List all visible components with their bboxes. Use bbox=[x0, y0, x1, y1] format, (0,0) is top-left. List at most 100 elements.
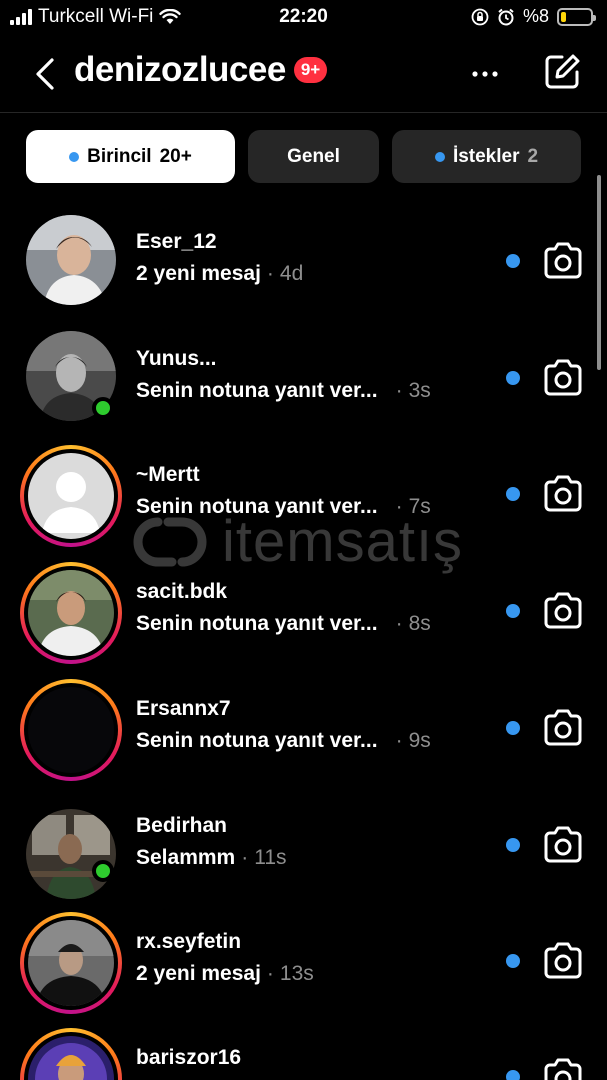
message-time: 3s bbox=[408, 379, 431, 402]
message-preview: 2 yeni mesaj bbox=[136, 962, 261, 985]
conversation-row[interactable]: Eser_12 2 yeni mesaj · 4d bbox=[0, 200, 607, 316]
avatar[interactable] bbox=[20, 679, 122, 781]
conversation-text: sacit.bdk Senin notuna yanıt ver... · 8s bbox=[136, 578, 496, 639]
unread-dot bbox=[506, 604, 520, 618]
separator: · bbox=[241, 846, 249, 869]
conversation-row[interactable]: sacit.bdk Senin notuna yanıt ver... · 8s bbox=[0, 550, 607, 666]
avatar[interactable] bbox=[20, 796, 122, 899]
preview-line: 2 yeni mesaj · 4d bbox=[136, 259, 496, 289]
online-status-dot bbox=[92, 397, 114, 419]
battery-icon bbox=[557, 7, 596, 26]
camera-icon[interactable] bbox=[542, 942, 584, 980]
conversation-name: sacit.bdk bbox=[136, 580, 228, 603]
avatar[interactable] bbox=[20, 212, 122, 314]
conversation-name: rx.seyfetin bbox=[136, 930, 242, 953]
page-title: denizozlucee bbox=[74, 50, 286, 89]
separator: · bbox=[395, 379, 403, 402]
preview-line: Senin notuna yanıt ver... · 7s bbox=[136, 492, 496, 522]
tab-unread-dot bbox=[69, 151, 80, 162]
conversation-text: bariszor16 bbox=[136, 1044, 496, 1072]
tab-general-label: Genel bbox=[287, 145, 340, 167]
avatar[interactable] bbox=[20, 912, 122, 1014]
preview-line: Senin notuna yanıt ver... · 3s bbox=[136, 376, 496, 406]
conversation-name: bariszor16 bbox=[136, 1046, 242, 1069]
orientation-lock-icon bbox=[471, 8, 489, 25]
tab-unread-dot bbox=[434, 151, 445, 162]
avatar[interactable] bbox=[20, 445, 122, 547]
tab-requests-count: 2 bbox=[527, 145, 539, 167]
message-preview: Senin notuna yanıt ver... bbox=[136, 729, 378, 752]
message-preview: Selammm bbox=[136, 846, 236, 869]
message-preview: 2 yeni mesaj bbox=[136, 262, 261, 285]
avatar[interactable] bbox=[20, 562, 122, 664]
avatar-photo bbox=[26, 215, 116, 305]
conversation-row[interactable]: Bedirhan Selammm · 11s bbox=[0, 784, 607, 900]
camera-icon[interactable] bbox=[542, 592, 584, 630]
message-preview: Senin notuna yanıt ver... bbox=[136, 379, 378, 402]
message-time: 9s bbox=[408, 729, 431, 752]
avatar[interactable] bbox=[20, 1028, 122, 1080]
conversation-text: Ersannx7 Senin notuna yanıt ver... · 9s bbox=[136, 695, 496, 756]
separator: · bbox=[395, 729, 403, 752]
battery-percent: %8 bbox=[522, 6, 549, 26]
status-bar: Turkcell Wi-Fi 22:20 %8 bbox=[0, 0, 607, 34]
conversation-row[interactable]: Yunus... Senin notuna yanıt ver... · 3s bbox=[0, 317, 607, 433]
conversation-row[interactable]: ~Mertt Senin notuna yanıt ver... · 7s bbox=[0, 433, 607, 549]
preview-line: Selammm · 11s bbox=[136, 843, 496, 873]
conversation-name: Eser_12 bbox=[136, 230, 217, 253]
conversation-row[interactable]: Ersannx7 Senin notuna yanıt ver... · 9s bbox=[0, 667, 607, 783]
account-switcher[interactable]: denizozlucee 9+ bbox=[74, 50, 328, 90]
camera-icon[interactable] bbox=[542, 359, 584, 397]
inbox-tabs: Birincil 20+ Genel İstekler 2 bbox=[26, 130, 582, 184]
unread-dot bbox=[506, 838, 520, 852]
alarm-icon bbox=[498, 8, 514, 25]
conversation-name: Bedirhan bbox=[136, 814, 228, 837]
avatar-photo bbox=[28, 453, 114, 539]
header-divider bbox=[0, 112, 607, 113]
conversation-text: ~Mertt Senin notuna yanıt ver... · 7s bbox=[136, 461, 496, 522]
header: denizozlucee 9+ bbox=[0, 44, 607, 106]
preview-line: 2 yeni mesaj · 13s bbox=[136, 959, 496, 989]
tab-primary-label: Birincil bbox=[87, 145, 152, 167]
separator: · bbox=[266, 962, 274, 985]
conversation-text: Bedirhan Selammm · 11s bbox=[136, 812, 496, 873]
compose-icon[interactable] bbox=[542, 52, 582, 92]
tab-requests[interactable]: İstekler 2 bbox=[392, 130, 581, 183]
message-time: 7s bbox=[408, 495, 431, 518]
conversation-row[interactable]: rx.seyfetin 2 yeni mesaj · 13s bbox=[0, 900, 607, 1016]
avatar-photo bbox=[28, 570, 114, 656]
conversation-text: rx.seyfetin 2 yeni mesaj · 13s bbox=[136, 928, 496, 989]
camera-icon[interactable] bbox=[542, 242, 584, 280]
message-time: 11s bbox=[254, 846, 287, 869]
unread-dot bbox=[506, 487, 520, 501]
avatar-photo bbox=[28, 920, 114, 1006]
conversation-name: Yunus... bbox=[136, 347, 217, 370]
unread-dot bbox=[506, 254, 520, 268]
unread-dot bbox=[506, 1070, 520, 1080]
tab-general[interactable]: Genel bbox=[248, 130, 379, 183]
message-time: 8s bbox=[408, 612, 431, 635]
tab-primary-count: 20+ bbox=[159, 145, 192, 167]
conversation-name: Ersannx7 bbox=[136, 697, 231, 720]
status-right: %8 bbox=[471, 6, 596, 27]
unread-dot bbox=[506, 954, 520, 968]
more-options-icon[interactable] bbox=[468, 60, 502, 88]
camera-icon[interactable] bbox=[542, 475, 584, 513]
preview-line: Senin notuna yanıt ver... · 8s bbox=[136, 609, 496, 639]
separator: · bbox=[395, 495, 403, 518]
preview-line: Senin notuna yanıt ver... · 9s bbox=[136, 726, 496, 756]
conversation-name: ~Mertt bbox=[136, 463, 200, 486]
conversation-row[interactable]: bariszor16 bbox=[0, 1016, 607, 1080]
notification-badge: 9+ bbox=[293, 57, 328, 83]
avatar-photo bbox=[28, 687, 114, 773]
avatar[interactable] bbox=[20, 329, 122, 431]
separator: · bbox=[266, 262, 274, 285]
camera-icon[interactable] bbox=[542, 826, 584, 864]
tab-primary[interactable]: Birincil 20+ bbox=[26, 130, 235, 183]
back-chevron-icon[interactable] bbox=[28, 54, 64, 94]
camera-icon[interactable] bbox=[542, 1058, 584, 1080]
conversation-text: Yunus... Senin notuna yanıt ver... · 3s bbox=[136, 345, 496, 406]
camera-icon[interactable] bbox=[542, 709, 584, 747]
message-preview: Senin notuna yanıt ver... bbox=[136, 495, 378, 518]
conversation-text: Eser_12 2 yeni mesaj · 4d bbox=[136, 228, 496, 289]
